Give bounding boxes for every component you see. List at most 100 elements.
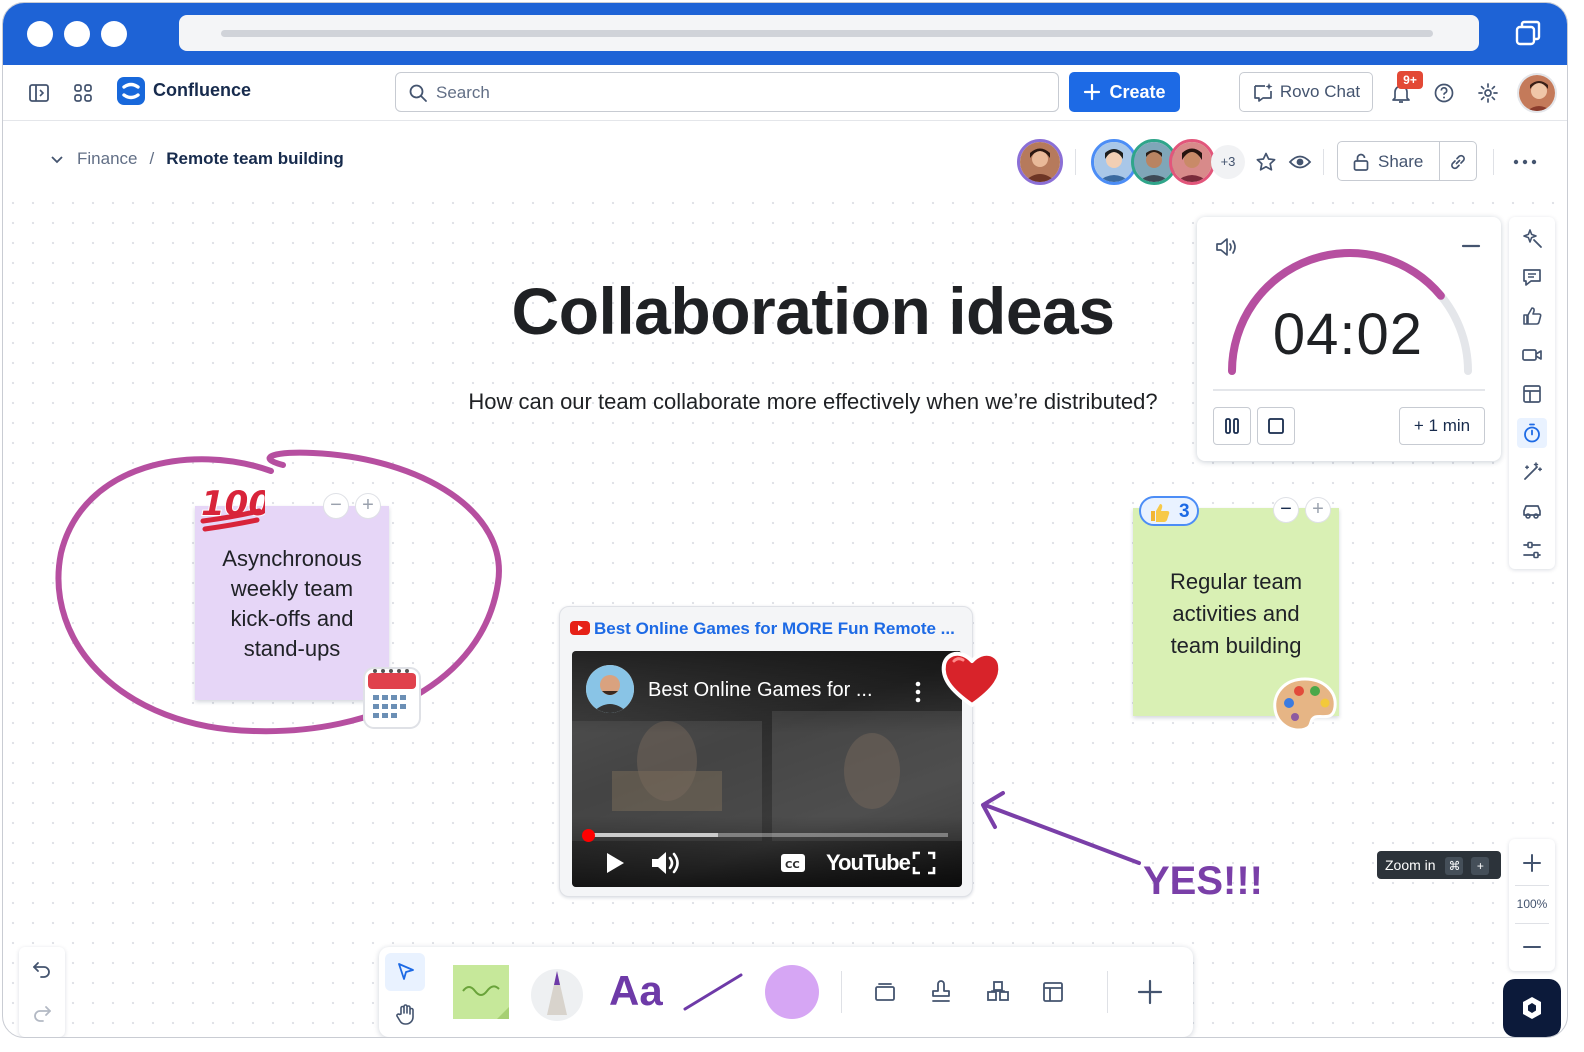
heart-sticker-icon[interactable] [939, 647, 1005, 711]
magic-tools-button[interactable] [1517, 457, 1547, 487]
sticky-grow-button[interactable]: + [355, 493, 381, 519]
video-link-title[interactable]: Best Online Games for MORE Fun Remote ..… [594, 619, 955, 639]
window-close-dot[interactable] [27, 21, 53, 47]
svg-text:CC: CC [785, 860, 800, 871]
add-minute-button[interactable]: + 1 min [1399, 407, 1485, 445]
owner-avatar-image [1020, 142, 1060, 182]
connector-tool-icon[interactable] [985, 979, 1011, 1005]
watch-button[interactable] [1287, 149, 1313, 175]
user-avatar-image [1519, 75, 1555, 111]
sticky-line: Regular team [1169, 569, 1303, 594]
collaborator-avatar-2-image [1134, 142, 1174, 182]
add-more-icon[interactable] [1137, 979, 1163, 1005]
settings-button[interactable] [1474, 79, 1502, 107]
yes-annotation-text[interactable]: YES!!! [1143, 859, 1263, 904]
channel-avatar[interactable] [586, 665, 634, 713]
closed-captions-icon[interactable]: CC [780, 853, 806, 873]
calendar-sticker-icon[interactable] [361, 663, 423, 731]
sticky-shrink-button[interactable]: − [323, 493, 349, 519]
zoom-in-icon[interactable] [1522, 853, 1542, 873]
video-embed-card[interactable]: Best Online Games for MORE Fun Remote ..… [559, 606, 973, 897]
help-button[interactable] [1430, 79, 1458, 107]
undo-icon[interactable] [31, 959, 53, 979]
thumbs-up-reaction[interactable]: 3 [1139, 496, 1199, 526]
collaborator-avatar-3[interactable] [1169, 139, 1215, 185]
zoom-out-icon[interactable] [1522, 937, 1542, 957]
link-icon[interactable] [1448, 152, 1468, 172]
pan-tool[interactable] [385, 995, 425, 1033]
video-buffer-bar [588, 833, 718, 837]
confluence-logo[interactable] [117, 77, 145, 105]
timer-button[interactable] [1517, 418, 1547, 448]
template-tool-icon[interactable] [1041, 980, 1065, 1004]
address-bar[interactable] [179, 15, 1479, 51]
breadcrumb-parent-link[interactable]: Finance [77, 149, 137, 169]
window-maximize-dot[interactable] [101, 21, 127, 47]
more-vertical-icon[interactable] [914, 681, 922, 703]
templates-button[interactable] [1517, 379, 1547, 409]
board-title[interactable]: Collaboration ideas [443, 273, 1183, 349]
share-button[interactable]: Share [1337, 141, 1477, 181]
apps-button[interactable] [1517, 496, 1547, 526]
board-settings-button[interactable] [1517, 535, 1547, 565]
timer-display: 04:02 [1272, 302, 1424, 367]
redo-icon[interactable] [31, 1003, 53, 1023]
video-progress-track[interactable] [588, 833, 948, 837]
star-button[interactable] [1253, 149, 1279, 175]
stamp-tool-icon[interactable] [929, 979, 953, 1005]
help-icon [1434, 83, 1454, 103]
share-label: Share [1378, 152, 1424, 171]
sticky-note-tool-icon[interactable] [449, 961, 519, 1023]
comment-icon [1523, 269, 1541, 286]
browser-window: Confluence Search Create Rovo Chat 9+ Fi… [2, 2, 1568, 1038]
more-actions-button[interactable] [1511, 149, 1539, 175]
layout-icon [1523, 385, 1541, 403]
rovo-chat-button[interactable]: Rovo Chat [1239, 72, 1373, 112]
owner-avatar[interactable] [1017, 139, 1063, 185]
sticky-note-purple[interactable]: Asynchronous weekly team kick-offs and s… [195, 506, 389, 700]
app-header: Confluence Search Create Rovo Chat 9+ [3, 65, 1567, 121]
more-collaborators-count[interactable]: +3 [1211, 145, 1245, 179]
video-scrubber[interactable] [582, 829, 595, 842]
fullscreen-icon[interactable] [912, 851, 936, 875]
shape-tool[interactable] [765, 965, 819, 1019]
timer-widget[interactable]: 04:02 + 1 min [1197, 217, 1501, 461]
youtube-wordmark[interactable]: YouTube [826, 850, 911, 876]
zoom-level[interactable]: 100% [1509, 897, 1555, 911]
app-switcher-button[interactable] [69, 79, 97, 107]
create-button[interactable]: Create [1069, 72, 1180, 112]
comments-button[interactable] [1517, 262, 1547, 292]
user-avatar[interactable] [1517, 73, 1557, 113]
text-tool[interactable]: Aa [609, 967, 663, 1015]
collaborator-avatar-3-image [1172, 142, 1212, 182]
video-call-button[interactable] [1517, 340, 1547, 370]
star-icon [1256, 152, 1276, 171]
reactions-button[interactable] [1517, 301, 1547, 331]
sidebar-toggle-button[interactable] [25, 79, 53, 107]
brand-name[interactable]: Confluence [153, 80, 251, 101]
tabs-overview-icon[interactable] [1513, 18, 1543, 48]
volume-icon[interactable] [650, 850, 682, 876]
line-tool-icon[interactable] [681, 969, 747, 1015]
app-grid-icon [74, 84, 92, 102]
play-icon[interactable] [604, 851, 626, 875]
stop-button[interactable] [1257, 407, 1295, 445]
sticky-note-text: Regular team activities and team buildin… [1133, 566, 1339, 662]
search-input[interactable]: Search [395, 72, 1059, 112]
window-minimize-dot[interactable] [64, 21, 90, 47]
rovo-assistant-button[interactable] [1503, 979, 1561, 1037]
sticky-grow-button[interactable]: + [1305, 497, 1331, 523]
chevron-down-icon[interactable] [49, 151, 65, 167]
hundred-points-sticker-icon[interactable]: 100 [197, 477, 265, 535]
board-subtitle[interactable]: How can our team collaborate more effect… [423, 389, 1203, 415]
frame-tool-icon[interactable] [873, 980, 897, 1004]
pause-button[interactable] [1213, 407, 1251, 445]
artist-palette-sticker-icon[interactable] [1271, 675, 1339, 735]
ai-sparkle-button[interactable] [1517, 223, 1547, 253]
stop-icon [1268, 418, 1284, 434]
select-tool[interactable] [385, 953, 425, 991]
arrow-drawing[interactable] [973, 787, 1153, 877]
video-player[interactable]: Best Online Games for ... CC YouTube [572, 651, 962, 887]
pen-tool-icon[interactable] [529, 963, 585, 1023]
sticky-shrink-button[interactable]: − [1273, 497, 1299, 523]
